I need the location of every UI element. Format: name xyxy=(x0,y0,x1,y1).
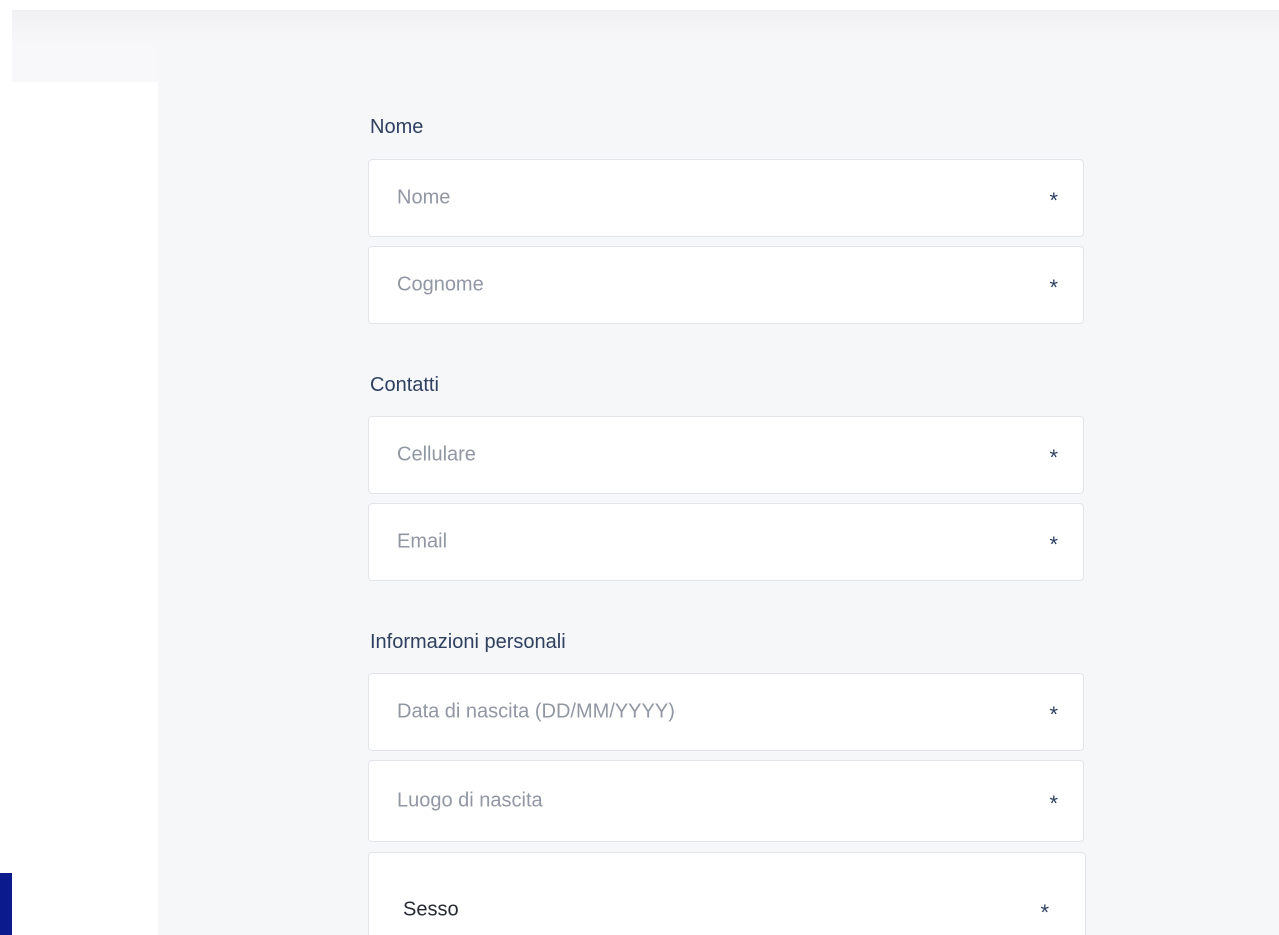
cognome-placeholder: Cognome xyxy=(397,273,484,296)
side-marker xyxy=(0,873,12,935)
cellulare-placeholder: Cellulare xyxy=(397,443,476,466)
data-nascita-placeholder: Data di nascita (DD/MM/YYYY) xyxy=(397,700,675,723)
required-asterisk-icon: * xyxy=(1049,532,1058,558)
required-asterisk-icon: * xyxy=(1049,445,1058,471)
luogo-nascita-input[interactable]: Luogo di nascita * xyxy=(368,760,1084,842)
email-input[interactable]: Email * xyxy=(368,503,1084,581)
sesso-select[interactable]: Sesso * xyxy=(368,852,1086,935)
required-asterisk-icon: * xyxy=(1049,791,1058,817)
top-bar xyxy=(12,10,1279,42)
section-title-nome: Nome xyxy=(370,116,424,138)
cognome-input[interactable]: Cognome * xyxy=(368,246,1084,324)
email-placeholder: Email xyxy=(397,530,448,553)
section-title-contatti: Contatti xyxy=(370,374,439,396)
required-asterisk-icon: * xyxy=(1049,702,1058,728)
section-title-informazioni-personali: Informazioni personali xyxy=(370,631,566,653)
left-panel xyxy=(12,42,158,82)
page: Nome Nome * Cognome * Contatti Cellulare… xyxy=(0,0,1279,935)
required-asterisk-icon: * xyxy=(1040,900,1049,926)
sesso-label: Sesso xyxy=(403,898,459,921)
cellulare-input[interactable]: Cellulare * xyxy=(368,416,1084,494)
nome-input[interactable]: Nome * xyxy=(368,159,1084,237)
required-asterisk-icon: * xyxy=(1049,275,1058,301)
required-asterisk-icon: * xyxy=(1049,188,1058,214)
data-nascita-input[interactable]: Data di nascita (DD/MM/YYYY) * xyxy=(368,673,1084,751)
nome-placeholder: Nome xyxy=(397,186,451,209)
luogo-nascita-placeholder: Luogo di nascita xyxy=(397,789,543,812)
